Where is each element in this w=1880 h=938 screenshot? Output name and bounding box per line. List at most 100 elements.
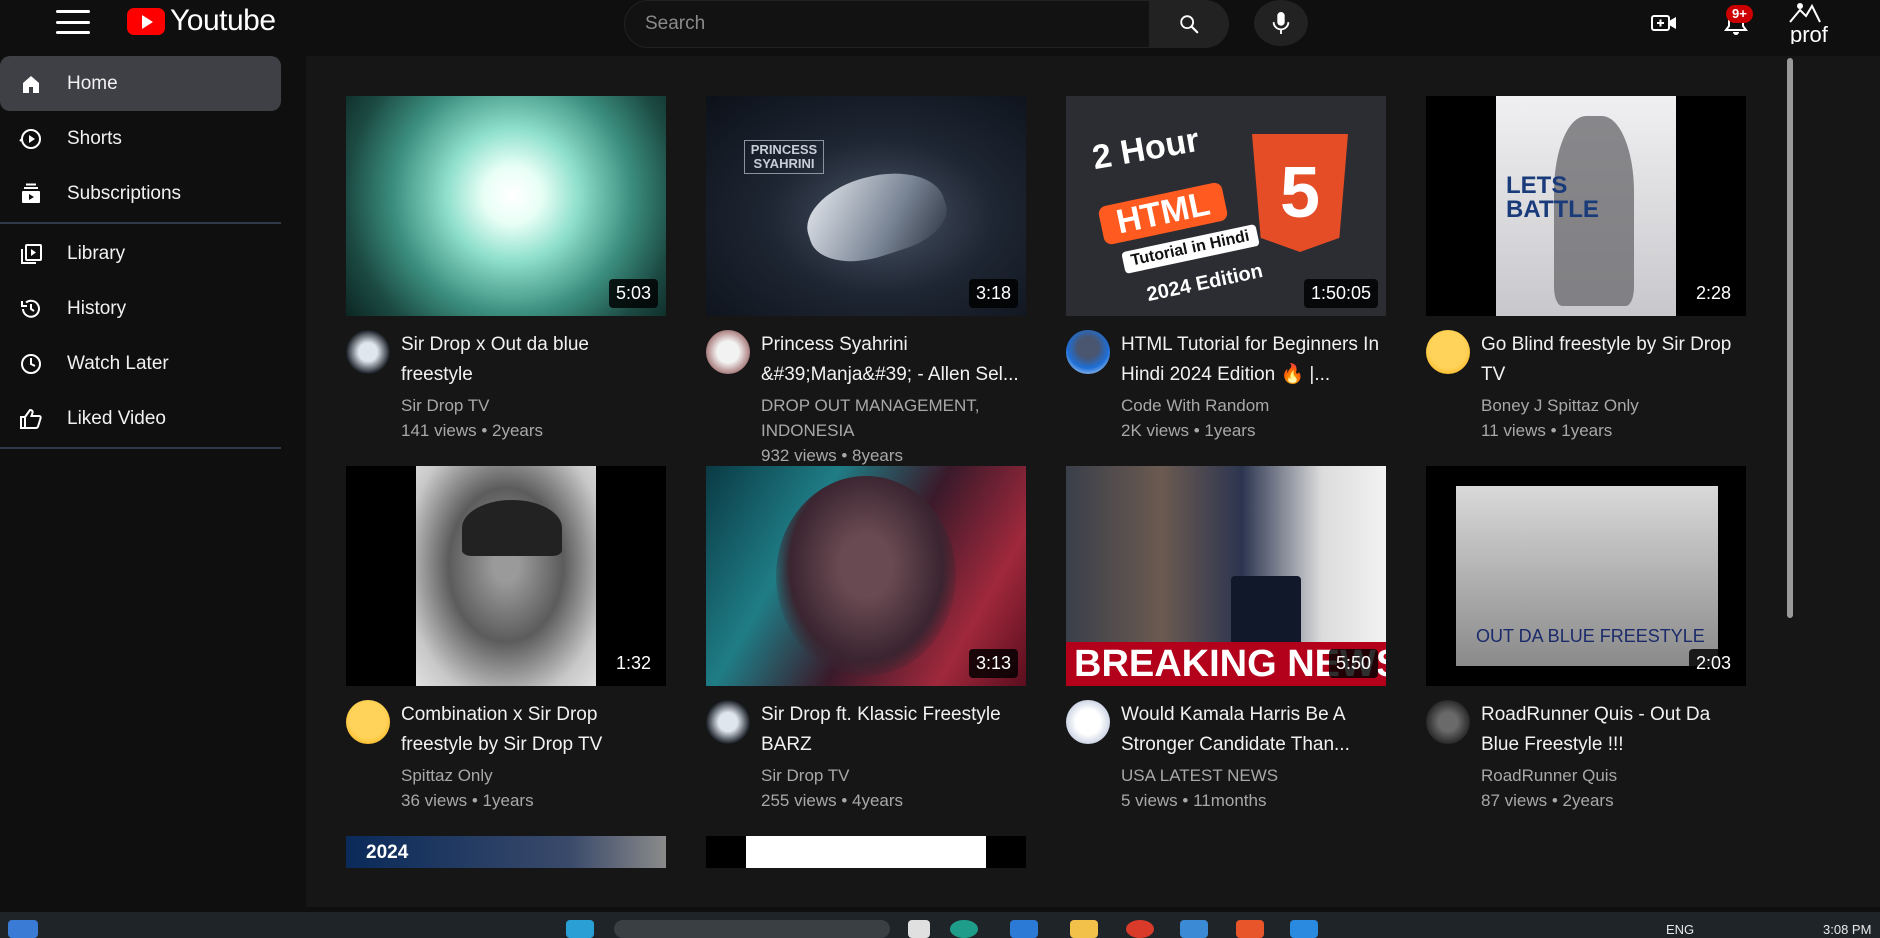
video-stats: 141 views • 2years — [401, 421, 544, 440]
video-thumbnail[interactable]: 1:32 — [346, 466, 666, 686]
profile-avatar[interactable]: prof — [1782, 0, 1830, 44]
channel-avatar[interactable] — [346, 700, 390, 744]
app-icon[interactable] — [1180, 920, 1208, 938]
video-card[interactable]: 5:03 Sir Drop x Out da blue freestyle Si… — [346, 96, 666, 440]
thumbnail-inner-frame — [416, 466, 596, 686]
sidebar-item-label: Home — [67, 72, 118, 94]
channel-name[interactable]: DROP OUT MANAGEMENT, INDONESIA — [761, 393, 1026, 443]
file-explorer-icon[interactable] — [1070, 920, 1098, 938]
sidebar-item-subscriptions[interactable]: Subscriptions — [0, 166, 306, 221]
video-card[interactable]: OUT DA BLUE FREESTYLE 2:03 RoadRunner Qu… — [1426, 466, 1746, 810]
video-thumbnail-partial[interactable] — [706, 836, 1026, 868]
video-channel-and-stats: Spittaz Only 36 views • 1years — [401, 763, 666, 813]
video-duration: 2:03 — [1688, 649, 1738, 678]
video-thumbnail[interactable]: 5:03 — [346, 96, 666, 316]
search-input[interactable] — [645, 13, 1149, 35]
hamburger-menu-button[interactable] — [56, 10, 90, 34]
video-title[interactable]: Go Blind freestyle by Sir Drop TV — [1481, 330, 1746, 390]
thumbnail-cap-graphic — [462, 500, 562, 556]
channel-name[interactable]: USA LATEST NEWS — [1121, 763, 1386, 788]
youtube-logo[interactable]: Youtube — [127, 4, 276, 38]
channel-avatar[interactable] — [1426, 700, 1470, 744]
video-title[interactable]: Sir Drop ft. Klassic Freestyle BARZ — [761, 700, 1026, 760]
video-card[interactable]: 2 Hour HTML Tutorial in Hindi 2024 Editi… — [1066, 96, 1386, 440]
sidebar: Home Shorts Subscriptions Library Histor… — [0, 56, 306, 938]
video-card[interactable]: BREAKING NEWS 5:50 Would Kamala Harris B… — [1066, 466, 1386, 810]
task-view-icon[interactable] — [908, 920, 930, 938]
channel-avatar[interactable] — [1066, 700, 1110, 744]
thumbnail-podium-graphic — [1231, 576, 1301, 646]
video-stats: 87 views • 2years — [1481, 791, 1614, 810]
video-card[interactable]: 3:13 Sir Drop ft. Klassic Freestyle BARZ… — [706, 466, 1026, 810]
video-duration: 5:03 — [608, 279, 658, 308]
sidebar-item-liked-video[interactable]: Liked Video — [0, 391, 306, 446]
channel-avatar[interactable] — [706, 700, 750, 744]
sidebar-item-home[interactable]: Home — [0, 56, 281, 111]
thumbnail-caption: LETS BATTLE — [1506, 172, 1599, 223]
channel-name[interactable]: Boney J Spittaz Only — [1481, 393, 1746, 418]
vscode-icon[interactable] — [1290, 920, 1318, 938]
sidebar-item-label: Subscriptions — [67, 182, 182, 204]
search-button[interactable] — [1149, 0, 1229, 48]
channel-avatar[interactable] — [1426, 330, 1470, 374]
profile-image-icon — [1789, 3, 1821, 23]
video-thumbnail-partial[interactable]: 2024 — [346, 836, 666, 868]
sidebar-item-watch-later[interactable]: Watch Later — [0, 336, 306, 391]
video-channel-and-stats: Boney J Spittaz Only 11 views • 1years — [1481, 393, 1746, 443]
keyboard-language[interactable]: ENG — [1666, 922, 1694, 937]
edge-icon[interactable] — [1010, 920, 1038, 938]
sidebar-divider — [0, 447, 281, 449]
video-channel-and-stats: USA LATEST NEWS 5 views • 11months — [1121, 763, 1386, 813]
channel-avatar[interactable] — [706, 330, 750, 374]
system-clock[interactable]: 3:08 PM — [1823, 922, 1871, 937]
video-title[interactable]: Princess Syahrini &#39;Manja&#39; - Alle… — [761, 330, 1026, 390]
video-thumbnail[interactable]: 3:13 — [706, 466, 1026, 686]
video-duration: 1:32 — [608, 649, 658, 678]
thumbnail-inner-frame — [746, 836, 986, 868]
sidebar-item-library[interactable]: Library — [0, 226, 306, 281]
video-thumbnail[interactable]: OUT DA BLUE FREESTYLE 2:03 — [1426, 466, 1746, 686]
video-card[interactable]: 1:32 Combination x Sir Drop freestyle by… — [346, 466, 666, 810]
home-icon — [18, 71, 44, 97]
channel-name[interactable]: Sir Drop TV — [761, 763, 1026, 788]
video-card[interactable]: PRINCESS SYAHRINI 3:18 Princess Syahrini… — [706, 96, 1026, 465]
brave-icon[interactable] — [1236, 920, 1264, 938]
video-duration: 1:50:05 — [1303, 279, 1378, 308]
video-title[interactable]: Combination x Sir Drop freestyle by Sir … — [401, 700, 666, 760]
video-title[interactable]: RoadRunner Quis - Out Da Blue Freestyle … — [1481, 700, 1746, 760]
html5-number: 5 — [1279, 153, 1321, 233]
video-title[interactable]: Would Kamala Harris Be A Stronger Candid… — [1121, 700, 1386, 760]
channel-name[interactable]: RoadRunner Quis — [1481, 763, 1746, 788]
channel-name[interactable]: Code With Random — [1121, 393, 1386, 418]
video-thumbnail[interactable]: PRINCESS SYAHRINI 3:18 — [706, 96, 1026, 316]
scrollbar-thumb[interactable] — [1787, 58, 1793, 618]
video-thumbnail[interactable]: LETS BATTLE 2:28 — [1426, 96, 1746, 316]
channel-name[interactable]: Spittaz Only — [401, 763, 666, 788]
sidebar-item-label: Liked Video — [67, 407, 166, 429]
sidebar-divider — [0, 222, 281, 224]
video-channel-and-stats: Sir Drop TV 255 views • 4years — [761, 763, 1026, 813]
video-thumbnail[interactable]: 2 Hour HTML Tutorial in Hindi 2024 Editi… — [1066, 96, 1386, 316]
channel-avatar[interactable] — [1066, 330, 1110, 374]
video-title[interactable]: HTML Tutorial for Beginners In Hindi 202… — [1121, 330, 1386, 390]
create-video-button[interactable] — [1648, 9, 1680, 37]
sidebar-item-shorts[interactable]: Shorts — [0, 111, 306, 166]
thumbnail-edition-text: 2024 Edition — [1144, 260, 1265, 307]
chrome-icon[interactable] — [1126, 920, 1154, 938]
sidebar-item-history[interactable]: History — [0, 281, 306, 336]
logo-text: Youtube — [170, 4, 276, 37]
video-stats: 11 views • 1years — [1481, 421, 1613, 440]
browser-icon[interactable] — [950, 920, 978, 938]
video-title[interactable]: Sir Drop x Out da blue freestyle — [401, 330, 666, 390]
taskbar-search-box[interactable] — [614, 920, 890, 938]
widgets-icon[interactable] — [566, 920, 594, 938]
voice-search-button[interactable] — [1254, 0, 1308, 46]
windows-start-icon[interactable] — [8, 920, 38, 938]
shorts-icon — [18, 126, 44, 152]
channel-name[interactable]: Sir Drop TV — [401, 393, 666, 418]
video-card[interactable]: LETS BATTLE 2:28 Go Blind freestyle by S… — [1426, 96, 1746, 440]
video-thumbnail[interactable]: BREAKING NEWS 5:50 — [1066, 466, 1386, 686]
video-duration: 5:50 — [1328, 649, 1378, 678]
channel-avatar[interactable] — [346, 330, 390, 374]
microphone-icon — [1272, 12, 1290, 34]
